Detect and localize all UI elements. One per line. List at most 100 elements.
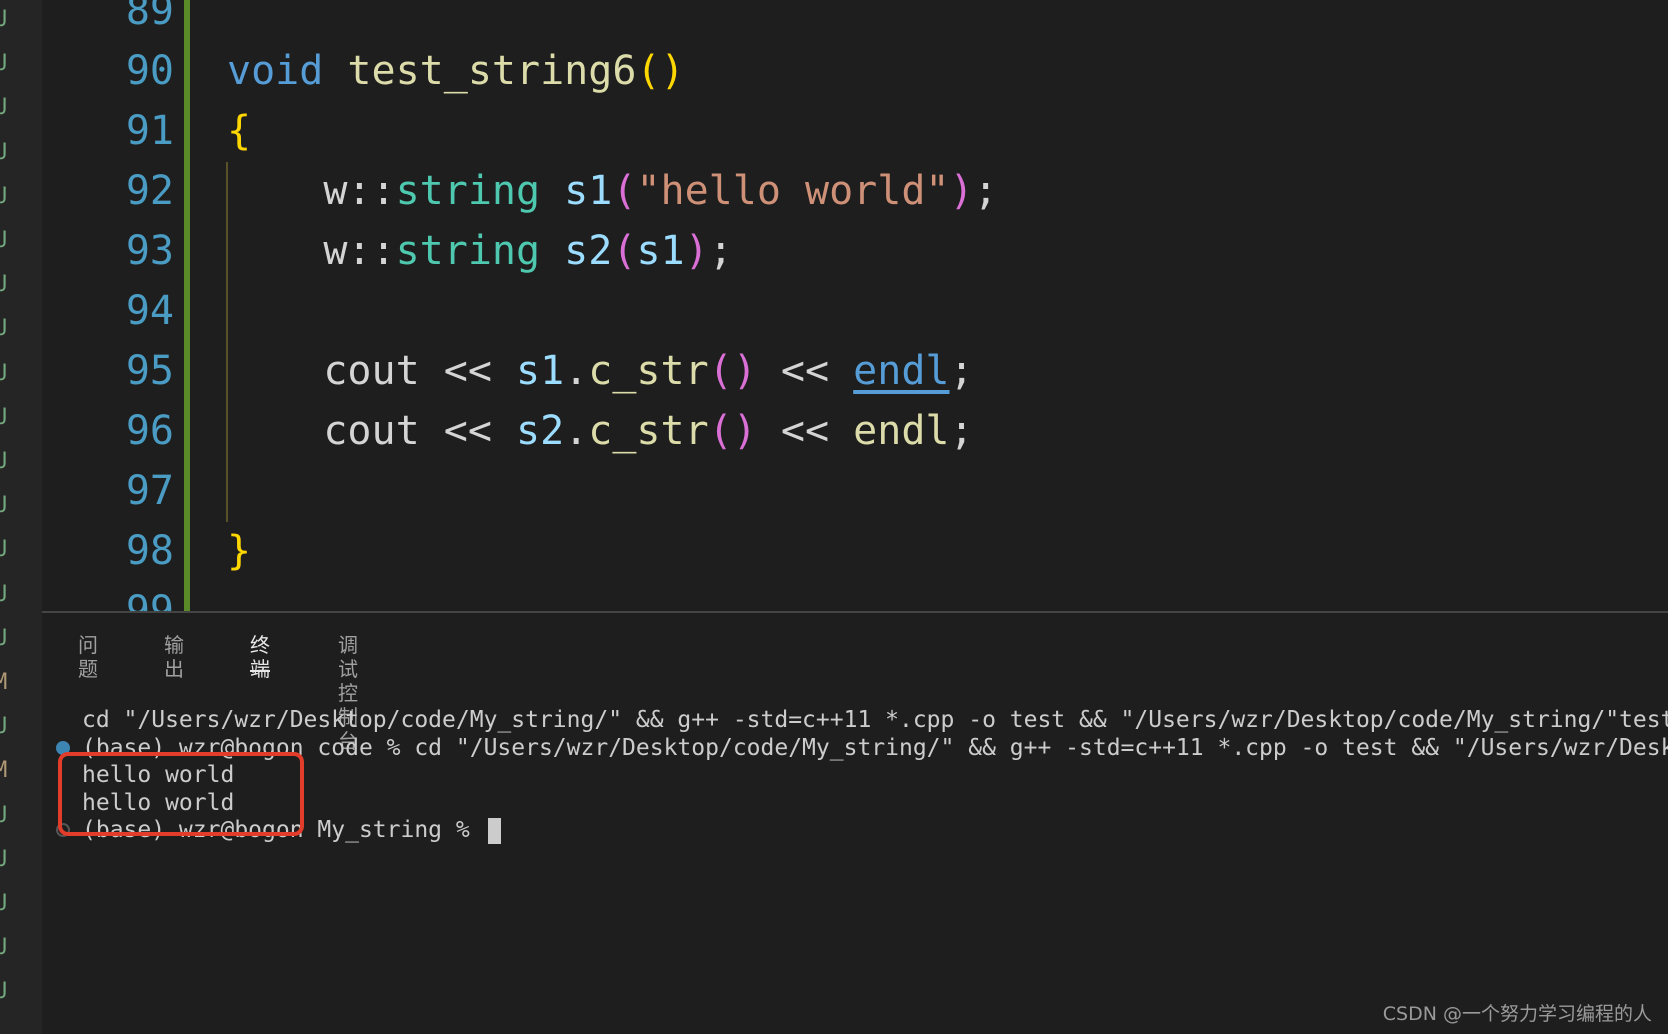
tab-output[interactable]: 输出: [164, 633, 184, 681]
terminal-cursor: [487, 817, 501, 844]
line-number: 91: [125, 108, 174, 154]
line-number: 93: [125, 228, 174, 274]
code-line[interactable]: 99: [42, 581, 1668, 612]
code-token: (: [612, 168, 637, 214]
code-token: test_string6: [347, 48, 637, 94]
code-line[interactable]: 91 {: [42, 101, 1668, 161]
code-token: ;: [973, 168, 998, 214]
scm-status-badge: U: [0, 7, 8, 32]
scm-status-badge: U: [0, 891, 8, 916]
line-number: 94: [125, 288, 174, 334]
scm-status-badge: U: [0, 537, 8, 563]
code-token: ;: [949, 408, 974, 454]
line-number: 99: [125, 588, 174, 612]
scm-status-badge: U: [0, 228, 8, 253]
scm-status-badge: U: [0, 802, 8, 828]
code-line[interactable]: 94: [42, 281, 1668, 341]
line-number: 98: [125, 528, 174, 574]
code-line[interactable]: 93 w::string s2(s1);: [42, 221, 1668, 281]
scm-status-badge: U: [0, 183, 8, 209]
code-token: c_str: [588, 408, 709, 454]
terminal-line: cd "/Users/wzr/Desktop/code/My_string/" …: [82, 706, 1668, 734]
code-token: string: [395, 168, 541, 214]
code-token: string: [395, 228, 541, 274]
code-token: <<: [756, 408, 854, 454]
code-token: {: [227, 108, 252, 154]
code-text: {: [227, 101, 251, 161]
code-token: c_str: [588, 348, 709, 394]
code-line[interactable]: 89: [42, 0, 1668, 41]
code-line[interactable]: 90 void test_string6(): [42, 41, 1668, 101]
code-token: <<: [419, 348, 516, 394]
scm-status-badge: U: [0, 360, 8, 386]
scm-status-badge: U: [0, 272, 8, 298]
code-editor[interactable]: 89 90 void test_string6() 91{92 w::string s…: [42, 0, 1668, 612]
code-token: (): [708, 408, 757, 454]
code-line[interactable]: 98}: [42, 521, 1668, 581]
code-text: }: [227, 521, 251, 581]
scm-status-badge: U: [0, 979, 8, 1005]
line-number: 92: [125, 168, 174, 214]
scm-status-badge: U: [0, 935, 8, 961]
code-token: <<: [419, 408, 516, 454]
terminal-line-text: (base) wzr@bogon code % cd "/Users/wzr/D…: [82, 734, 1668, 761]
scm-status-badge: U: [0, 316, 8, 342]
code-token: s1: [515, 348, 565, 394]
code-line[interactable]: 96 cout << s2.c_str() << endl;: [42, 401, 1668, 461]
source-control-status-column: UUUUUUUUUUUUUUUMUMUUUUU: [0, 0, 42, 1034]
code-text: cout << s2.c_str() << endl;: [227, 401, 974, 461]
scm-status-badge: U: [0, 625, 8, 651]
code-line[interactable]: 97: [42, 461, 1668, 521]
code-line[interactable]: 92 w::string s1("hello world");: [42, 161, 1668, 221]
line-number: 90: [125, 48, 174, 94]
code-text: cout << s1.c_str() << endl;: [227, 341, 973, 401]
code-token: ;: [708, 228, 733, 274]
scm-status-badge: U: [0, 95, 8, 121]
code-text: w::string s1("hello world");: [227, 161, 998, 221]
tab-terminal[interactable]: 终端: [250, 633, 270, 681]
code-token: void: [227, 48, 324, 94]
code-text: w::string s2(s1);: [227, 221, 733, 281]
scm-status-badge: U: [0, 51, 8, 77]
output-highlight-box: [58, 752, 304, 836]
scm-status-badge: U: [0, 404, 8, 430]
tab-debug-console[interactable]: 调试控制台: [338, 633, 358, 753]
terminal-line-text: cd "/Users/wzr/Desktop/code/My_string/" …: [82, 707, 1668, 733]
code-token: (: [612, 228, 637, 274]
code-token: ): [684, 228, 709, 274]
line-number: 89: [125, 0, 174, 34]
code-token: s2: [515, 408, 565, 454]
code-line[interactable]: 95 cout << s1.c_str() << endl;: [42, 341, 1668, 401]
code-token: .: [564, 408, 589, 454]
code-token: w::: [323, 228, 396, 274]
code-token: w::: [323, 168, 396, 214]
scm-status-badge: U: [0, 493, 8, 519]
line-number: 96: [125, 408, 174, 454]
code-token: cout: [323, 408, 420, 454]
tab-problems[interactable]: 问题: [78, 633, 98, 681]
code-token: .: [564, 348, 589, 394]
code-token: (): [636, 48, 685, 94]
code-token: <<: [756, 348, 854, 394]
scm-status-badge: U: [0, 581, 8, 607]
line-number: 97: [125, 468, 174, 514]
scm-status-badge: M: [0, 758, 8, 784]
code-token: s2: [564, 228, 613, 274]
scm-status-badge: U: [0, 139, 8, 165]
code-link-token[interactable]: endl: [853, 348, 949, 394]
code-token: s1: [636, 228, 685, 274]
scm-status-badge: U: [0, 449, 8, 474]
scm-status-badge: U: [0, 846, 8, 872]
line-number: 95: [125, 348, 174, 394]
watermark: CSDN @一个努力学习编程的人: [1382, 1003, 1652, 1025]
code-token: cout: [323, 348, 420, 394]
scm-status-badge: M: [0, 670, 8, 695]
code-token: s1: [564, 168, 613, 214]
